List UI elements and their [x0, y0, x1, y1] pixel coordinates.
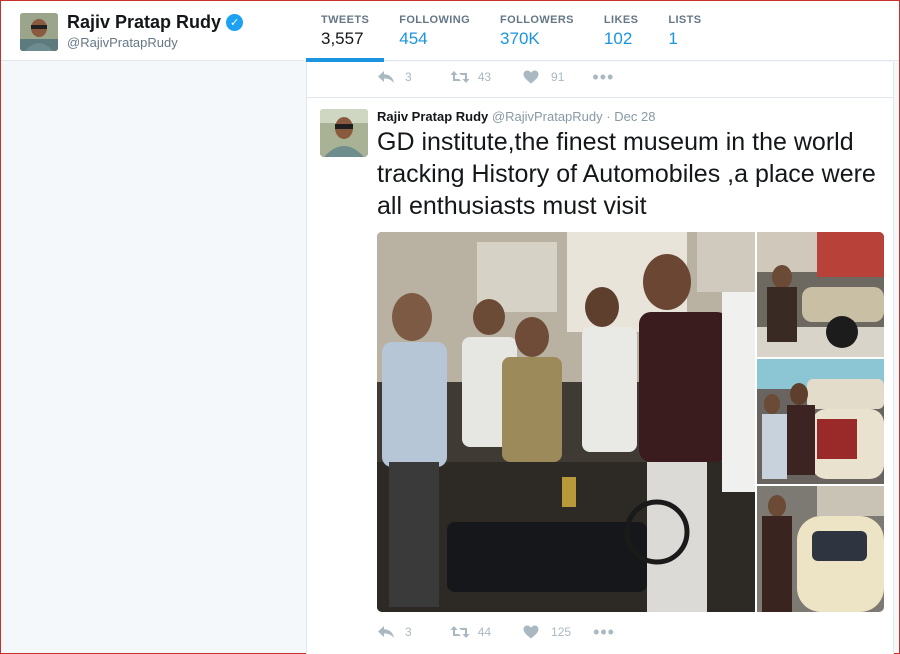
timeline: 3 43 91 ••• Rajiv Pratap Rudy @RajivPrat… [306, 62, 894, 654]
tweet-header: Rajiv Pratap Rudy @RajivPratapRudy · Dec… [377, 109, 655, 124]
stat-value: 1 [668, 29, 678, 48]
stat-label: FOLLOWING [399, 14, 471, 26]
reply-button[interactable]: 3 [377, 624, 412, 640]
retweet-count: 44 [477, 625, 492, 639]
reply-button[interactable]: 3 [377, 69, 412, 85]
stat-value: 454 [399, 29, 428, 48]
profile-avatar[interactable] [20, 13, 58, 51]
stat-lists[interactable]: LISTS 1 [653, 1, 716, 61]
stat-value: 370K [500, 29, 540, 48]
profile-handle[interactable]: @RajivPratapRudy [67, 35, 178, 50]
like-count: 91 [551, 70, 565, 84]
heart-icon [523, 69, 543, 85]
profile-nav-bar: Rajiv Pratap Rudy ✓ @RajivPratapRudy TWE… [1, 1, 899, 62]
more-button[interactable]: ••• [593, 622, 615, 642]
retweet-button[interactable]: 43 [450, 69, 491, 85]
like-button[interactable]: 125 [523, 624, 571, 640]
tweet-text: GD institute,the finest museum in the wo… [377, 128, 876, 220]
more-icon: ••• [593, 622, 615, 642]
verified-icon: ✓ [226, 14, 244, 31]
stat-following[interactable]: FOLLOWING 454 [384, 1, 485, 61]
tweet-date[interactable]: Dec 28 [614, 109, 655, 124]
reply-icon [377, 624, 397, 640]
media-photo-2[interactable] [757, 232, 884, 357]
like-count: 125 [551, 625, 572, 639]
stat-value: 3,557 [321, 29, 364, 48]
reply-count: 3 [405, 70, 412, 84]
like-button[interactable]: 91 [523, 69, 564, 85]
media-photo-4[interactable] [757, 486, 884, 612]
profile-name-text[interactable]: Rajiv Pratap Rudy [67, 12, 221, 33]
media-photo-3[interactable] [757, 359, 884, 484]
more-icon: ••• [592, 67, 615, 87]
tweet-handle[interactable]: @RajivPratapRudy [492, 109, 603, 124]
stat-label: TWEETS [321, 14, 370, 26]
stat-value: 102 [603, 29, 633, 48]
retweet-icon [450, 69, 470, 85]
separator-dot: · [606, 109, 611, 124]
profile-name[interactable]: Rajiv Pratap Rudy ✓ [67, 12, 244, 33]
tweet-fullname[interactable]: Rajiv Pratap Rudy [377, 109, 488, 124]
stat-label: FOLLOWERS [500, 14, 574, 26]
retweet-count: 43 [477, 70, 492, 84]
tweet-avatar[interactable] [320, 109, 368, 157]
reply-count: 3 [405, 625, 412, 639]
retweet-button[interactable]: 44 [450, 624, 491, 640]
more-button[interactable]: ••• [592, 67, 615, 87]
stat-likes[interactable]: LIKES 102 [589, 1, 653, 61]
previous-tweet-actions: 3 43 91 ••• [377, 67, 636, 87]
retweet-icon [450, 624, 470, 640]
heart-icon [523, 624, 543, 640]
tweet-divider [307, 97, 893, 98]
stat-tweets[interactable]: TWEETS 3,557 [306, 1, 385, 62]
stat-label: LISTS [668, 14, 702, 26]
stat-followers[interactable]: FOLLOWERS 370K [485, 1, 589, 61]
tweet-actions: 3 44 125 ••• [377, 622, 637, 642]
profile-stats: TWEETS 3,557 FOLLOWING 454 FOLLOWERS 370… [306, 1, 717, 62]
stat-label: LIKES [603, 14, 639, 26]
reply-icon [377, 69, 397, 85]
tweet-media-grid [377, 232, 884, 612]
media-photo-main[interactable] [377, 232, 755, 612]
